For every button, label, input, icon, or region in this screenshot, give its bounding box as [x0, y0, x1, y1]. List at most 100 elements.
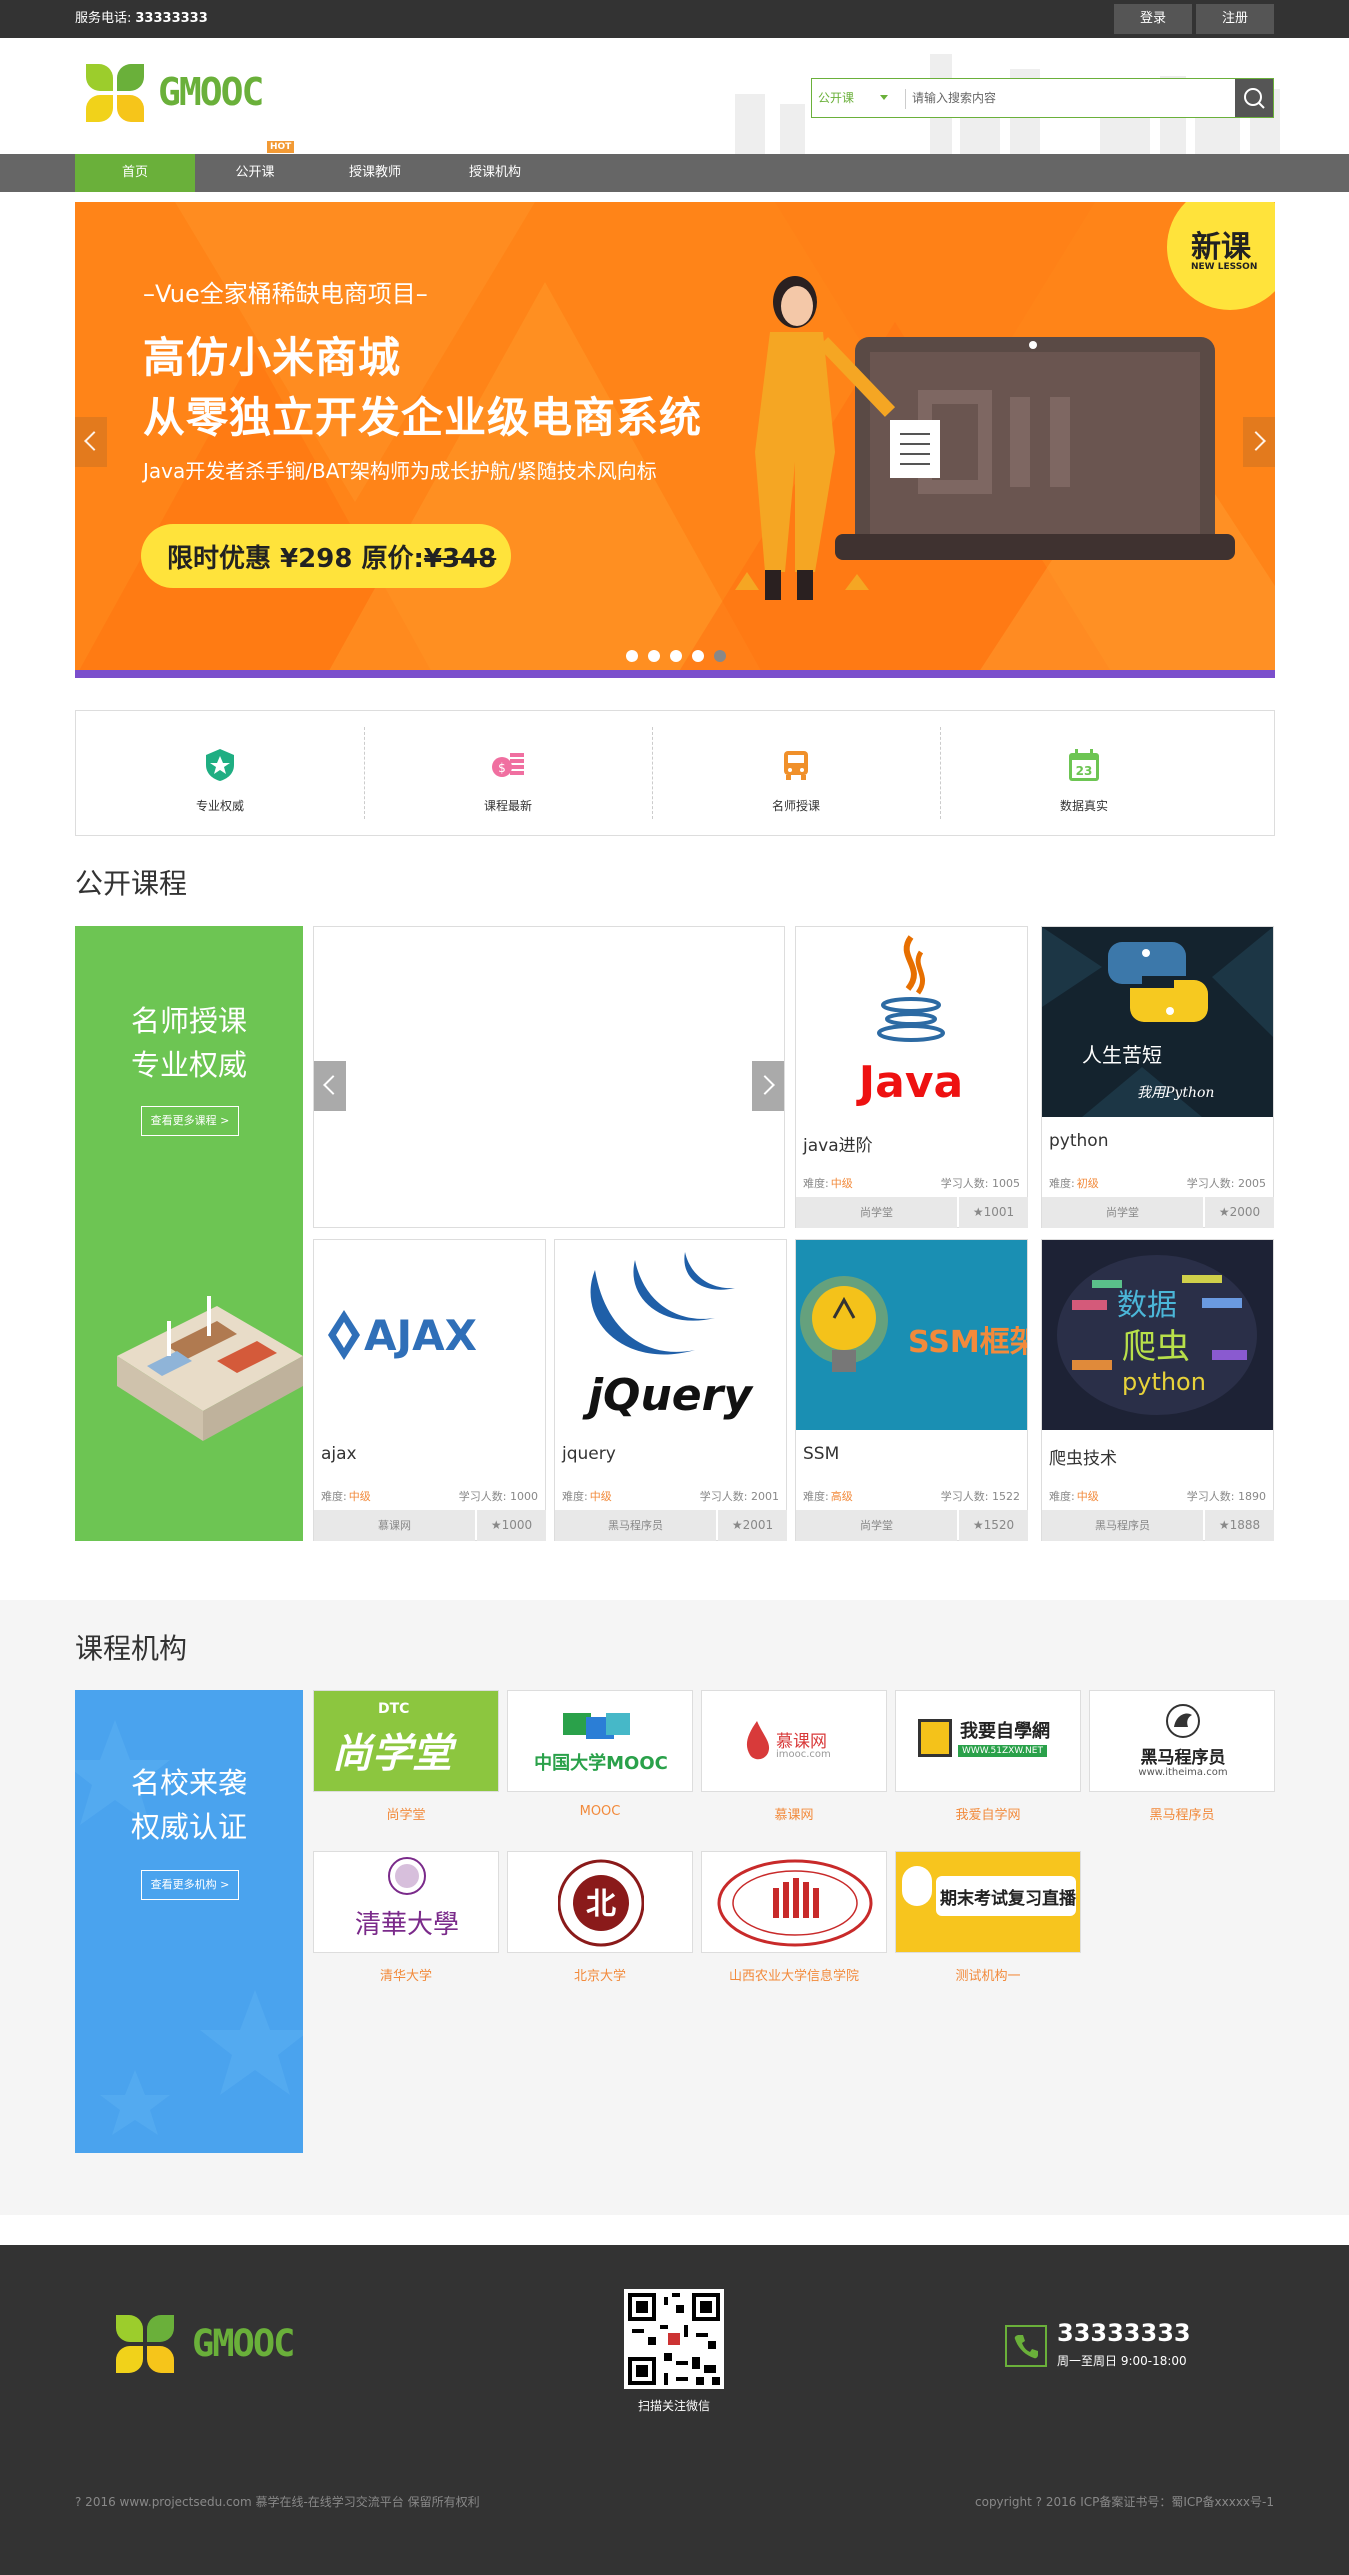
- feature-label: 名师授课: [771, 799, 820, 813]
- course-card[interactable]: jQuery jquery 难度: 中级 学习人数: 2001 黑马程序员 ★20…: [554, 1239, 787, 1541]
- tsinghua-seal-icon: [388, 1857, 426, 1895]
- course-difficulty-value: 中级: [348, 1490, 371, 1503]
- institution-logo[interactable]: 中国大学MOOC: [507, 1690, 693, 1792]
- course-students-label: 学习人数:: [1186, 1490, 1235, 1503]
- logo-icon[interactable]: [86, 64, 146, 124]
- course-difficulty: 难度: 中级: [562, 1488, 612, 1504]
- banner-tagline: Java开发者杀手锏/BAT架构师为成长护航/紧随技术风向标: [143, 459, 657, 483]
- register-button[interactable]: 注册: [1196, 4, 1274, 34]
- course-carousel-next[interactable]: [752, 1061, 784, 1111]
- chevron-down-icon[interactable]: [880, 95, 888, 100]
- course-fav-count: 1001: [983, 1205, 1015, 1219]
- institution-name[interactable]: 慕课网: [701, 1804, 887, 1823]
- nav-item-teachers[interactable]: 授课教师: [315, 154, 435, 192]
- course-difficulty-value: 高级: [830, 1490, 853, 1503]
- course-name[interactable]: java进阶: [803, 1131, 873, 1156]
- star-icon: ★: [1218, 1518, 1230, 1532]
- nav-item-home[interactable]: 首页: [75, 154, 195, 192]
- institution-logo[interactable]: 黑马程序员 www.itheima.com: [1089, 1690, 1275, 1792]
- course-fav[interactable]: ★1520: [959, 1510, 1028, 1541]
- course-name[interactable]: python: [1049, 1131, 1108, 1151]
- course-thumbnail: 人生苦短 我用Python: [1042, 927, 1273, 1117]
- course-name[interactable]: ajax: [321, 1444, 357, 1464]
- search-category-select[interactable]: 公开课: [818, 79, 854, 117]
- course-card[interactable]: SSM框架 SSM 难度: 高级 学习人数: 1522 尚学堂 ★1520: [795, 1239, 1028, 1541]
- course-org[interactable]: 尚学堂: [796, 1510, 957, 1541]
- footer-logo-text[interactable]: GMOOC: [192, 2322, 295, 2365]
- institution-logo[interactable]: DTC 尚学堂: [313, 1690, 499, 1792]
- institution-name[interactable]: 我爱自学网: [895, 1804, 1081, 1823]
- course-fav[interactable]: ★2000: [1205, 1197, 1274, 1228]
- banner-prev-arrow[interactable]: [75, 417, 107, 467]
- banner-dot[interactable]: [670, 650, 682, 662]
- logo-text[interactable]: GMOOC: [158, 70, 264, 114]
- java-logo-text: Java: [856, 1057, 963, 1108]
- institution-name[interactable]: 清华大学: [313, 1965, 499, 1984]
- login-button[interactable]: 登录: [1114, 4, 1192, 34]
- course-org[interactable]: 慕课网: [314, 1510, 475, 1541]
- course-card[interactable]: AJAX ajax 难度: 中级 学习人数: 1000 慕课网 ★1000: [313, 1239, 546, 1541]
- course-fav[interactable]: ★1001: [959, 1197, 1028, 1228]
- course-thumbnail: AJAX: [314, 1240, 545, 1430]
- qr-code-icon: [624, 2289, 724, 2389]
- banner-dot[interactable]: [692, 650, 704, 662]
- more-courses-button[interactable]: 查看更多课程 >: [141, 1106, 239, 1136]
- institution-logo[interactable]: 北: [507, 1851, 693, 1953]
- course-org[interactable]: 尚学堂: [1042, 1197, 1203, 1228]
- banner-dot-active[interactable]: [714, 650, 726, 662]
- institution-name[interactable]: 北京大学: [507, 1965, 693, 1984]
- banner-dot[interactable]: [626, 650, 638, 662]
- course-org[interactable]: 黑马程序员: [1042, 1510, 1203, 1541]
- word-cloud-text-3: python: [1122, 1368, 1206, 1396]
- horse-icon: [1166, 1704, 1200, 1738]
- copyright-right: copyright ? 2016 ICP备案证书号：蜀ICP备xxxxx号-1: [975, 2495, 1274, 2509]
- institution-logo[interactable]: 我要自學網 WWW.51ZXW.NET: [895, 1690, 1081, 1792]
- institution-logo[interactable]: 清華大學: [313, 1851, 499, 1953]
- course-org[interactable]: 黑马程序员: [555, 1510, 716, 1541]
- institutions-promo-line1: 名校来袭: [130, 1766, 247, 1800]
- institution-name[interactable]: 山西农业大学信息学院: [701, 1965, 887, 1984]
- course-card[interactable]: Java java进阶 难度: 中级 学习人数: 1005 尚学堂 ★1001: [795, 926, 1028, 1228]
- course-difficulty: 难度: 高级: [803, 1488, 853, 1504]
- course-thumbnail: 数据 爬虫 python: [1042, 1240, 1273, 1430]
- course-difficulty-label: 难度:: [1049, 1490, 1075, 1503]
- more-institutions-button[interactable]: 查看更多机构 >: [141, 1870, 239, 1900]
- footer-logo-icon[interactable]: [116, 2315, 176, 2375]
- course-difficulty-label: 难度:: [803, 1490, 829, 1503]
- course-org[interactable]: 尚学堂: [796, 1197, 957, 1228]
- nav-item-courses-label: 公开课: [235, 165, 275, 180]
- institution-logo[interactable]: 慕课网 imooc.com: [701, 1690, 887, 1792]
- main-nav: 首页 公开课 HOT 授课教师 授课机构: [0, 141, 1349, 192]
- search-input[interactable]: [912, 85, 1212, 111]
- nav-item-courses[interactable]: 公开课 HOT: [195, 141, 315, 192]
- course-fav[interactable]: ★1888: [1205, 1510, 1274, 1541]
- course-name[interactable]: 爬虫技术: [1049, 1444, 1117, 1469]
- ajax-logo-text: AJAX: [364, 1311, 477, 1360]
- course-name[interactable]: jquery: [562, 1444, 616, 1464]
- zixue-logo-text: 我要自學網: [960, 1721, 1050, 1742]
- search-button[interactable]: [1235, 79, 1273, 117]
- course-card[interactable]: 人生苦短 我用Python python 难度: 初级 学习人数: 2005 尚学…: [1041, 926, 1274, 1228]
- course-fav[interactable]: ★2001: [718, 1510, 787, 1541]
- nav-item-orgs[interactable]: 授课机构: [435, 154, 555, 192]
- institution-name[interactable]: 尚学堂: [313, 1804, 499, 1823]
- institution-logo[interactable]: [701, 1851, 887, 1953]
- banner-dot[interactable]: [648, 650, 660, 662]
- course-students-value: 1522: [992, 1490, 1020, 1503]
- institution-name[interactable]: 测试机构一: [895, 1965, 1081, 1984]
- word-cloud-image: 数据 爬虫 python: [1057, 1255, 1257, 1415]
- courses-promo-panel: 名师授课 专业权威 查看更多课程 >: [75, 926, 303, 1541]
- banner-carousel[interactable]: –Vue全家桶稀缺电商项目– 高仿小米商城 从零独立开发企业级电商系统 Java…: [75, 202, 1275, 678]
- search-bar: 公开课: [811, 78, 1274, 118]
- course-card[interactable]: 数据 爬虫 python 爬虫技术 难度: 中级 学习人数: 1890 黑马程序员…: [1041, 1239, 1274, 1541]
- course-name[interactable]: SSM: [803, 1444, 839, 1464]
- institution-name[interactable]: 黑马程序员: [1089, 1804, 1275, 1823]
- feature-label: 专业权威: [195, 799, 244, 813]
- course-carousel-prev[interactable]: [314, 1061, 346, 1111]
- banner-next-arrow[interactable]: [1243, 417, 1275, 467]
- course-fav[interactable]: ★1000: [477, 1510, 546, 1541]
- courses-promo-line1: 名师授课: [130, 1004, 247, 1038]
- institution-name[interactable]: MOOC: [507, 1804, 693, 1819]
- institution-logo[interactable]: 期末考试复习直播: [895, 1851, 1081, 1953]
- room-model-illustration: [117, 1296, 303, 1441]
